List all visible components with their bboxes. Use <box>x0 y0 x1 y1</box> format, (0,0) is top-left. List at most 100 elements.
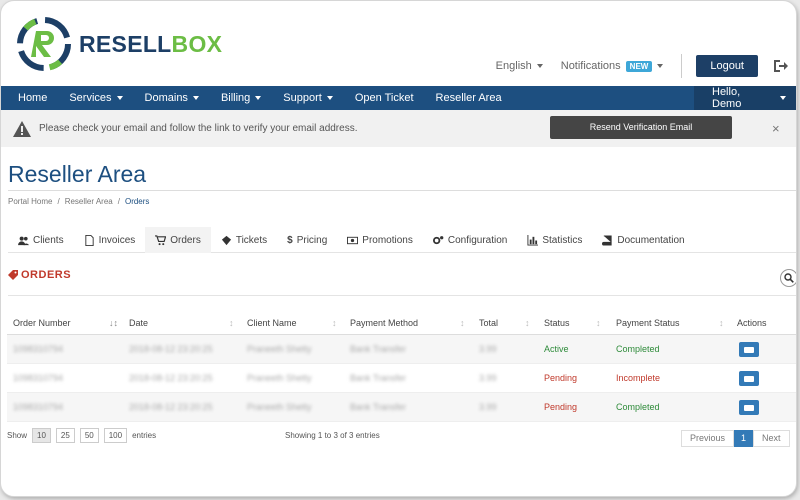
nav-support[interactable]: Support <box>271 86 343 110</box>
col-date[interactable]: Date <box>129 318 148 328</box>
page-1-button[interactable]: 1 <box>734 430 754 447</box>
sort-desc-icon[interactable]: ↓↕ <box>109 318 118 328</box>
breadcrumb-reseller-area[interactable]: Reseller Area <box>65 197 113 206</box>
order-status: Pending <box>544 402 578 412</box>
nav-open-ticket[interactable]: Open Ticket <box>343 86 424 110</box>
breadcrumb-separator: / <box>57 197 60 206</box>
table-row: 1098310794 2018-08-12 23:20:25 Praneeth … <box>7 335 796 364</box>
nav-services[interactable]: Services <box>57 86 132 110</box>
breadcrumb-portal-home[interactable]: Portal Home <box>8 197 52 206</box>
tab-invoices-label: Invoices <box>98 234 136 246</box>
nav-home[interactable]: Home <box>1 86 57 110</box>
col-order-number[interactable]: Order Number <box>13 318 71 328</box>
order-number[interactable]: 1098310794 <box>13 402 63 412</box>
tab-orders-label: Orders <box>170 234 201 246</box>
table-row: 1098310794 2018-08-12 23:20:25 Praneeth … <box>7 364 796 393</box>
payment-method: Bank Transfer <box>350 373 407 383</box>
col-client-name[interactable]: Client Name <box>247 318 297 328</box>
page-size-10[interactable]: 10 <box>32 428 51 443</box>
notifications-dropdown[interactable]: Notifications NEW <box>561 60 664 72</box>
nav-domains[interactable]: Domains <box>133 86 209 110</box>
alert-message: Please check your email and follow the l… <box>39 123 358 134</box>
view-order-button[interactable] <box>739 400 759 415</box>
main-nav: Home Services Domains Billing Support Op… <box>1 86 796 110</box>
previous-button[interactable]: Previous <box>681 430 735 447</box>
sort-icon[interactable]: ↕ <box>460 318 465 328</box>
tab-documentation[interactable]: Documentation <box>592 227 694 253</box>
user-menu[interactable]: Hello, Demo <box>694 86 796 110</box>
sort-icon[interactable]: ↕ <box>525 318 530 328</box>
sort-icon[interactable]: ↕ <box>596 318 601 328</box>
money-icon <box>347 236 359 244</box>
app-window: RESELLBOX English Notifications NEW Logo… <box>0 0 797 497</box>
tab-tickets-label: Tickets <box>235 234 268 246</box>
book-icon <box>602 234 612 246</box>
tab-pricing[interactable]: $ Pricing <box>277 227 337 253</box>
window-icon <box>744 404 754 411</box>
chevron-down-icon <box>326 96 333 100</box>
dollar-icon: $ <box>287 234 293 246</box>
exit-icon[interactable] <box>772 58 788 74</box>
reseller-tabs: Clients Invoices Orders Tickets $ Pricin… <box>8 227 796 253</box>
user-greeting: Hello, Demo <box>712 86 742 110</box>
sort-icon[interactable]: ↕ <box>332 318 337 328</box>
sort-icon[interactable]: ↕ <box>229 318 234 328</box>
cogs-icon <box>432 235 444 244</box>
search-icon <box>784 273 794 283</box>
window-icon <box>744 375 754 382</box>
tab-clients-label: Clients <box>33 234 64 246</box>
search-button[interactable] <box>780 269 796 287</box>
chevron-down-icon <box>536 64 543 68</box>
page-size-50[interactable]: 50 <box>79 428 99 443</box>
table-header: Order Number ↓↕ Date ↕ Client Name ↕ Pay… <box>7 314 796 335</box>
language-dropdown[interactable]: English <box>496 60 543 72</box>
order-number[interactable]: 1098310794 <box>13 373 63 383</box>
tab-orders[interactable]: Orders <box>145 227 211 253</box>
order-total: 3.99 <box>479 373 497 383</box>
sort-icon[interactable]: ↕ <box>719 318 724 328</box>
close-icon[interactable]: × <box>772 121 780 136</box>
nav-billing[interactable]: Billing <box>209 86 271 110</box>
client-name: Praneeth Shetty <box>247 402 312 412</box>
nav-services-label: Services <box>69 92 112 104</box>
col-status[interactable]: Status <box>544 318 570 328</box>
tab-promotions[interactable]: Promotions <box>337 227 423 253</box>
nav-reseller-area[interactable]: Reseller Area <box>424 86 512 110</box>
tab-configuration[interactable]: Configuration <box>423 227 517 253</box>
tab-configuration-label: Configuration <box>447 234 508 246</box>
verification-alert: Please check your email and follow the l… <box>1 110 796 147</box>
tab-tickets[interactable]: Tickets <box>211 227 277 253</box>
order-date: 2018-08-12 23:20:25 <box>129 373 213 383</box>
tab-invoices[interactable]: Invoices <box>74 227 146 253</box>
col-total[interactable]: Total <box>479 318 498 328</box>
warning-icon <box>13 120 31 137</box>
tab-clients[interactable]: Clients <box>8 227 74 253</box>
language-label: English <box>495 60 532 72</box>
breadcrumb: Portal Home / Reseller Area / Orders <box>8 197 154 206</box>
chevron-down-icon <box>780 96 786 100</box>
page-size-25[interactable]: 25 <box>55 428 75 443</box>
payment-method: Bank Transfer <box>350 344 407 354</box>
col-payment-status[interactable]: Payment Status <box>616 318 680 328</box>
section-header: ORDERS <box>8 269 71 281</box>
payment-method: Bank Transfer <box>350 402 407 412</box>
users-icon <box>18 236 29 245</box>
nav-reseller-area-label: Reseller Area <box>435 92 502 104</box>
order-status: Pending <box>544 373 578 383</box>
notifications-label: Notifications <box>560 60 621 72</box>
view-order-button[interactable] <box>739 342 759 357</box>
tab-statistics[interactable]: Statistics <box>517 227 592 253</box>
page-size-100[interactable]: 100 <box>103 428 128 443</box>
next-button[interactable]: Next <box>753 430 790 447</box>
order-number[interactable]: 1098310794 <box>13 344 63 354</box>
nav-domains-label: Domains <box>144 92 188 104</box>
nav-home-label: Home <box>18 92 48 104</box>
resend-verification-button[interactable]: Resend Verification Email <box>550 116 732 139</box>
nav-open-ticket-label: Open Ticket <box>354 92 414 104</box>
logo[interactable]: RESELLBOX <box>15 15 222 73</box>
tab-promotions-label: Promotions <box>362 234 413 246</box>
order-date: 2018-08-12 23:20:25 <box>129 402 213 412</box>
logout-button[interactable]: Logout <box>696 55 758 77</box>
view-order-button[interactable] <box>739 371 759 386</box>
col-payment-method[interactable]: Payment Method <box>350 318 418 328</box>
